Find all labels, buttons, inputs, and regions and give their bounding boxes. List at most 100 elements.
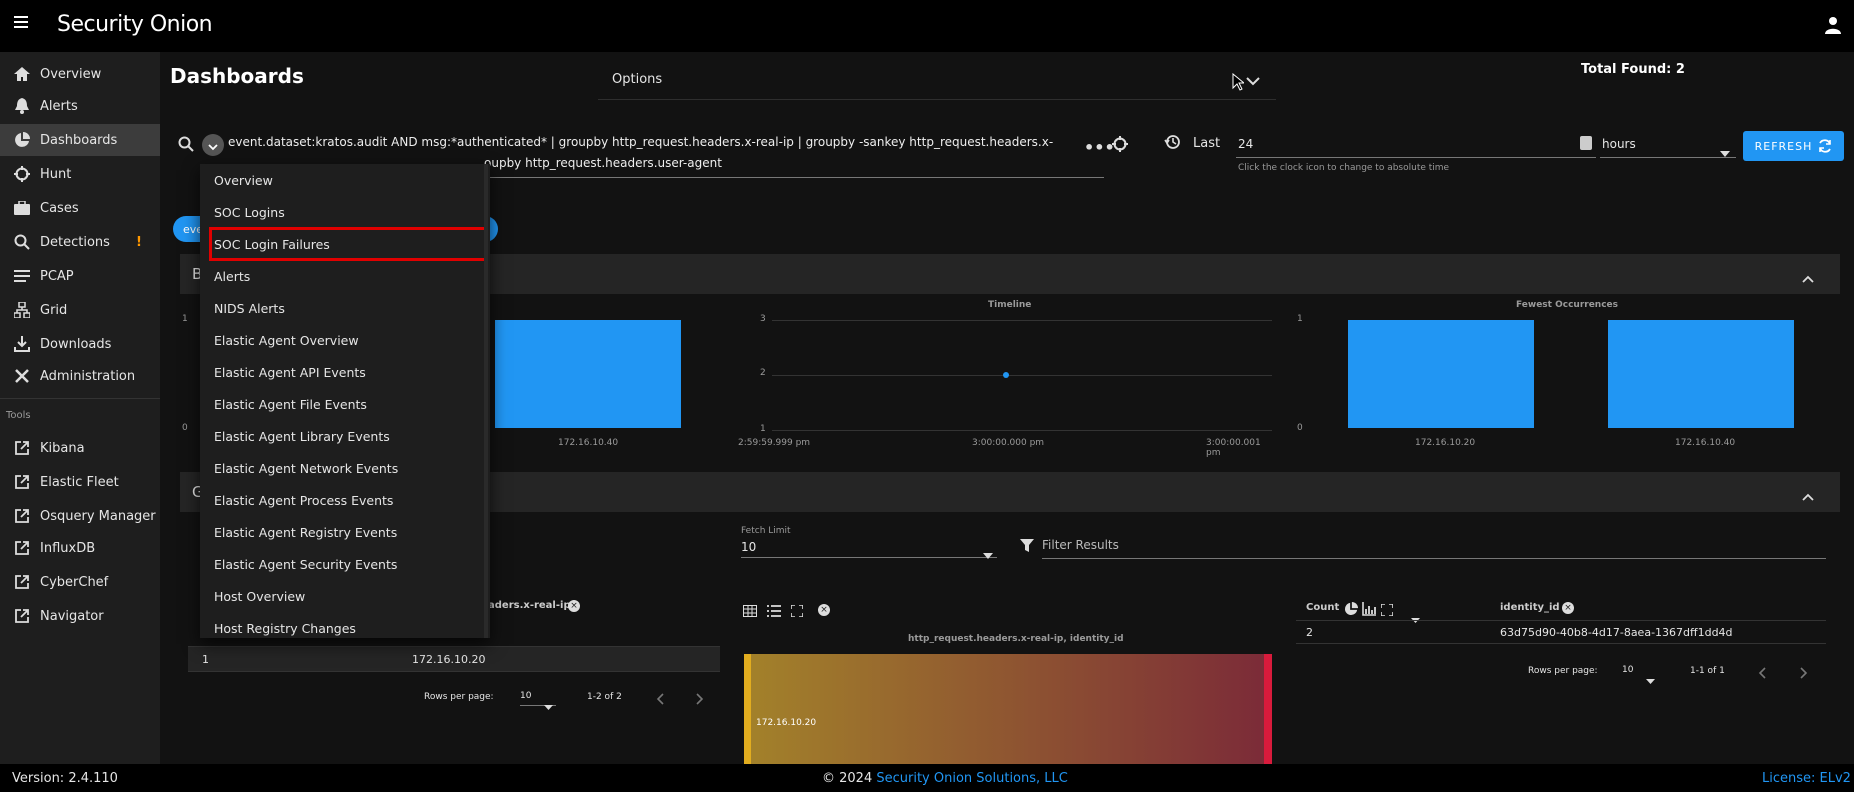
remove-column-icon[interactable]: × [568,600,580,612]
menu-item-elastic-agent-api-events[interactable]: Elastic Agent API Events [200,356,490,388]
x-tick-label: 172.16.10.40 [1675,438,1736,448]
menu-icon[interactable] [14,16,28,28]
table-row[interactable]: 1 172.16.10.20 [188,646,720,672]
sidebar-tool-kibana[interactable]: Kibana [0,432,160,464]
chart-point[interactable] [1003,372,1009,378]
sidebar-item-administration[interactable]: Administration [0,360,160,392]
menu-item-alerts[interactable]: Alerts [200,260,490,292]
menu-item-nids-alerts[interactable]: NIDS Alerts [200,292,490,324]
time-unit-value: hours [1602,137,1636,151]
copyright: © 2024 Security Onion Solutions, LLC [822,771,1068,786]
rows-per-page-label: Rows per page: [424,692,494,702]
prev-page-icon[interactable] [656,690,664,709]
copyright-prefix: © 2024 [822,771,877,786]
footer: Version: 2.4.110 © 2024 Security Onion S… [0,764,1854,792]
menu-item-soc-logins[interactable]: SOC Logins [200,196,490,228]
menu-item-elastic-agent-process-events[interactable]: Elastic Agent Process Events [200,484,490,516]
rows-per-page-value: 10 [1622,665,1634,675]
search-icon[interactable] [178,136,194,156]
sidebar-item-alerts[interactable]: Alerts [0,90,160,122]
menu-item-elastic-agent-security-events[interactable]: Elastic Agent Security Events [200,548,490,580]
sankey-node-source[interactable] [744,654,751,764]
app-logo[interactable]: Security Onion [57,12,213,37]
refresh-button[interactable]: REFRESH [1743,131,1844,161]
remove-column-icon[interactable]: × [1562,602,1574,614]
fetch-limit-select[interactable]: Fetch Limit 10 [741,524,997,559]
row-count: 2 [1306,626,1313,639]
license-link[interactable]: License: ELv2 [1762,771,1851,786]
menu-item-elastic-agent-registry-events[interactable]: Elastic Agent Registry Events [200,516,490,548]
menu-item-elastic-agent-network-events[interactable]: Elastic Agent Network Events [200,452,490,484]
time-unit-select[interactable]: hours [1600,132,1736,158]
menu-item-elastic-agent-library-events[interactable]: Elastic Agent Library Events [200,420,490,452]
sidebar-item-hunt[interactable]: Hunt [0,158,160,190]
chart-bar[interactable] [495,320,681,428]
next-page-icon[interactable] [1800,664,1808,683]
fullscreen-icon[interactable] [790,602,804,621]
sidebar-tool-elastic-fleet[interactable]: Elastic Fleet [0,466,160,498]
x-tick-label: 3:00:00.001 pm [1206,438,1261,458]
copyright-link[interactable]: Security Onion Solutions, LLC [876,771,1067,786]
time-value-input[interactable]: 24 [1236,132,1596,158]
prev-page-icon[interactable] [1758,664,1766,683]
sidebar-tool-influxdb[interactable]: InfluxDB [0,532,160,564]
list-icon [12,270,32,282]
gridline [772,375,1272,376]
clock-history-icon[interactable] [1164,134,1180,154]
warning-badge: ! [135,234,142,250]
next-page-icon[interactable] [696,690,704,709]
filter-results-input[interactable]: Filter Results [1042,534,1826,559]
menu-item-elastic-agent-overview[interactable]: Elastic Agent Overview [200,324,490,356]
sidebar-tool-osquery-manager[interactable]: Osquery Manager [0,500,160,532]
chart-fewest-occurrences: Fewest Occurrences 1 0 172.16.10.20 172.… [1296,298,1840,456]
sidebar-item-downloads[interactable]: Downloads [0,328,160,360]
menu-item-elastic-agent-file-events[interactable]: Elastic Agent File Events [200,388,490,420]
chart-bar[interactable] [1608,320,1794,428]
sidebar-item-dashboards[interactable]: Dashboards [0,124,160,156]
menu-item-host-registry-changes[interactable]: Host Registry Changes [200,612,490,638]
pie-chart-icon[interactable] [1344,601,1358,620]
chart-title: Fewest Occurrences [1516,300,1619,310]
chart-bar[interactable] [1348,320,1534,428]
chevron-up-icon[interactable] [1802,268,1814,287]
more-options-icon[interactable]: ••• [1084,138,1115,157]
sidebar-tool-navigator[interactable]: Navigator [0,600,160,632]
menu-item-host-overview[interactable]: Host Overview [200,580,490,612]
sidebar-item-overview[interactable]: Overview [0,58,160,90]
sidebar-item-detections[interactable]: Detections ! [0,226,160,258]
sankey-node-target[interactable] [1264,654,1272,764]
caret-down-icon [1646,669,1655,688]
list-icon[interactable] [767,602,781,621]
fetch-limit-label: Fetch Limit [741,526,791,536]
crosshair-icon[interactable] [1112,136,1128,156]
highlight-box [209,227,487,261]
user-icon[interactable] [1825,16,1841,34]
briefcase-icon [12,201,32,215]
menu-scrollbar[interactable] [484,164,488,638]
sidebar-item-label: Dashboards [40,132,118,148]
fullscreen-icon[interactable] [1380,601,1394,620]
menu-item-overview[interactable]: Overview [200,164,490,196]
table-icon[interactable] [743,602,757,621]
query-presets-toggle[interactable] [202,134,224,156]
chevron-up-icon[interactable] [1802,486,1814,505]
sidebar-tool-cyberchef[interactable]: CyberChef [0,566,160,598]
sidebar-item-pcap[interactable]: PCAP [0,260,160,292]
sankey-flow[interactable] [744,654,1272,764]
y-tick-label: 1 [760,424,766,434]
rows-per-page-select[interactable]: 10 [520,688,556,710]
sidebar-item-cases[interactable]: Cases [0,192,160,224]
y-tick-label: 0 [182,423,188,433]
table-row[interactable]: 2 63d75d90-40b8-4d17-8aea-1367dff1dd4d [1296,620,1826,644]
sidebar-item-grid[interactable]: Grid [0,294,160,326]
external-link-icon [12,609,32,623]
remove-group-icon[interactable]: × [818,604,830,616]
options-expander[interactable]: Options [598,62,1276,100]
sidebar-item-label: Alerts [40,98,78,114]
calendar-icon[interactable] [1580,136,1592,150]
bar-chart-icon[interactable] [1362,601,1376,620]
rows-per-page-select[interactable]: 10 [1622,662,1658,684]
cursor-icon [1232,72,1246,95]
sankey-node-label: 172.16.10.20 [756,718,817,728]
network-icon [12,302,32,318]
